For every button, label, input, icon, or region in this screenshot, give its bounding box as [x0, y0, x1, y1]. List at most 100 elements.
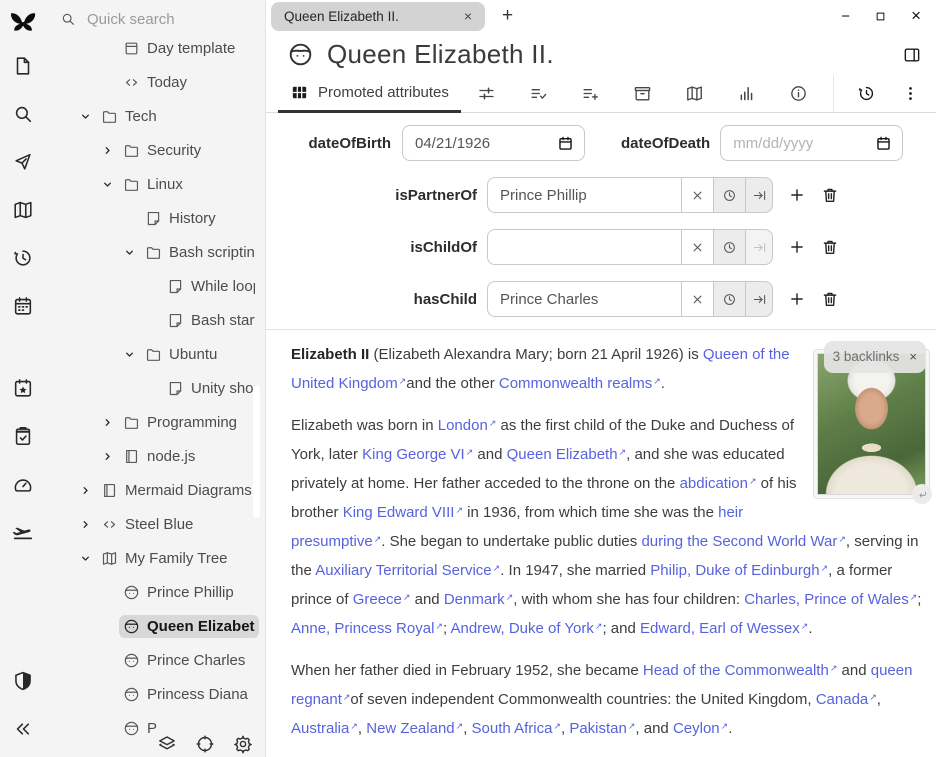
protected-session-button[interactable]: [0, 657, 45, 705]
note-link[interactable]: King Edward VIII↗: [343, 504, 463, 521]
recent-notes-button[interactable]: [713, 229, 745, 265]
app-logo-button[interactable]: [0, 0, 45, 42]
travel-notes-button[interactable]: [0, 508, 45, 556]
dateOfBirth-input[interactable]: [413, 134, 557, 153]
isPartnerOf-input[interactable]: [487, 177, 681, 213]
search-notes-button[interactable]: [0, 90, 45, 138]
tree-item-linux[interactable]: Linux: [45, 167, 265, 201]
note-link[interactable]: abdication↗: [680, 475, 757, 492]
calendar-icon[interactable]: [557, 135, 574, 152]
tree-item-while-loop[interactable]: While loop: [45, 269, 265, 303]
tree-item-mermaid-diagrams[interactable]: Mermaid Diagrams: [45, 473, 265, 507]
calendar-icon[interactable]: [875, 135, 892, 152]
backlinks-close-icon[interactable]: ×: [909, 344, 917, 370]
tree-item-bash-startu[interactable]: Bash startu: [45, 303, 265, 337]
ribbon-tab-promoted-attributes[interactable]: Promoted attributes: [278, 75, 461, 113]
note-link[interactable]: during the Second World War↗: [641, 533, 845, 550]
note-link[interactable]: Edward, Earl of Wessex↗: [640, 620, 808, 637]
note-link[interactable]: Ceylon↗: [673, 720, 728, 737]
tab-queen-elizabeth[interactable]: Queen Elizabeth II. ×: [271, 2, 485, 31]
chevron-down-icon[interactable]: [123, 246, 141, 259]
add-attribute-button[interactable]: [788, 186, 806, 204]
note-link[interactable]: Charles, Prince of Wales↗: [744, 591, 917, 608]
ribbon-note-map-tab-button[interactable]: [669, 75, 721, 112]
note-link[interactable]: South Africa↗: [472, 720, 561, 737]
window-minimize-button[interactable]: −: [841, 8, 850, 25]
photo-widget[interactable]: 3 backlinks ×: [813, 349, 930, 499]
note-map-button[interactable]: [0, 186, 45, 234]
insert-paragraph-button[interactable]: [912, 484, 932, 504]
tree-item-today[interactable]: Today: [45, 65, 265, 99]
note-title[interactable]: Queen Elizabeth II.: [327, 39, 554, 70]
tree-item-prince-charles[interactable]: Prince Charles: [45, 643, 265, 677]
dateOfDeath-field[interactable]: [720, 125, 903, 161]
ribbon-note-info-button[interactable]: [773, 75, 825, 112]
new-note-button[interactable]: [0, 42, 45, 90]
tree-item-node-js[interactable]: node.js: [45, 439, 265, 473]
note-link[interactable]: Anne, Princess Royal↗: [291, 620, 443, 637]
calendar-events-button[interactable]: [0, 364, 45, 412]
delete-attribute-button[interactable]: [821, 290, 839, 308]
ribbon-basic-properties-button[interactable]: [461, 75, 513, 112]
note-link[interactable]: Queen Elizabeth↗: [507, 446, 626, 463]
recent-changes-button[interactable]: [0, 234, 45, 282]
tree-item-programming[interactable]: Programming: [45, 405, 265, 439]
clear-relation-button[interactable]: [681, 281, 713, 317]
jump-to-relation-button[interactable]: [745, 281, 773, 317]
window-maximize-button[interactable]: [874, 10, 887, 23]
switch-layout-button[interactable]: [157, 734, 177, 754]
jump-to-relation-button[interactable]: [745, 229, 773, 265]
hasChild-input[interactable]: [487, 281, 681, 317]
tree-item-ubuntu[interactable]: Ubuntu: [45, 337, 265, 371]
jump-to-note-button[interactable]: [0, 138, 45, 186]
note-link[interactable]: Auxiliary Territorial Service↗: [315, 562, 500, 579]
ribbon-similar-notes-button[interactable]: [721, 75, 773, 112]
tree-item-steel-blue[interactable]: Steel Blue: [45, 507, 265, 541]
chevron-right-icon[interactable]: [101, 416, 119, 429]
add-attribute-button[interactable]: [788, 238, 806, 256]
global-menu-button[interactable]: [195, 734, 215, 754]
tab-close-icon[interactable]: ×: [464, 8, 472, 24]
note-link[interactable]: Australia↗: [291, 720, 358, 737]
tree-item-prince-phillip[interactable]: Prince Phillip: [45, 575, 265, 609]
note-link[interactable]: Greece↗: [353, 591, 411, 608]
settings-button[interactable]: [233, 734, 253, 754]
chevron-right-icon[interactable]: [79, 484, 97, 497]
tree-item-security[interactable]: Security: [45, 133, 265, 167]
note-link[interactable]: Denmark↗: [444, 591, 513, 608]
clear-relation-button[interactable]: [681, 229, 713, 265]
chevron-down-icon[interactable]: [123, 348, 141, 361]
tree-item-bash-scripting[interactable]: Bash scripting: [45, 235, 265, 269]
dateOfBirth-field[interactable]: [402, 125, 585, 161]
chevron-right-icon[interactable]: [79, 518, 97, 531]
note-link[interactable]: Head of the Commonwealth↗: [643, 662, 837, 679]
dateOfDeath-input[interactable]: [731, 134, 875, 153]
new-tab-button[interactable]: +: [498, 5, 517, 27]
tree-item-unity-short[interactable]: Unity short: [45, 371, 265, 405]
ribbon-revisions-button[interactable]: [848, 84, 884, 103]
tree-item-princess-diana[interactable]: Princess Diana: [45, 677, 265, 711]
tree-item-history[interactable]: History: [45, 201, 265, 235]
tree-item-my-family-tree[interactable]: My Family Tree: [45, 541, 265, 575]
calendar-button[interactable]: [0, 282, 45, 330]
task-list-button[interactable]: [0, 412, 45, 460]
collapse-sidebar-button[interactable]: [0, 705, 45, 753]
tree-item-tech[interactable]: Tech: [45, 99, 265, 133]
ribbon-more-menu-button[interactable]: [892, 84, 928, 103]
recent-notes-button[interactable]: [713, 177, 745, 213]
queen-photo[interactable]: [817, 353, 926, 495]
isChildOf-input[interactable]: [487, 229, 681, 265]
recent-notes-button[interactable]: [713, 281, 745, 317]
tree-item-queen-elizabeth[interactable]: Queen Elizabeth: [45, 609, 265, 643]
note-link[interactable]: Pakistan↗: [569, 720, 635, 737]
jump-to-relation-button[interactable]: [745, 177, 773, 213]
add-attribute-button[interactable]: [788, 290, 806, 308]
note-link[interactable]: Canada↗: [816, 691, 877, 708]
chevron-down-icon[interactable]: [79, 110, 97, 123]
note-link[interactable]: King George VI↗: [362, 446, 473, 463]
quick-search[interactable]: Quick search: [45, 0, 265, 38]
clear-relation-button[interactable]: [681, 177, 713, 213]
chevron-down-icon[interactable]: [101, 178, 119, 191]
delete-attribute-button[interactable]: [821, 186, 839, 204]
window-close-button[interactable]: ×: [911, 6, 921, 26]
